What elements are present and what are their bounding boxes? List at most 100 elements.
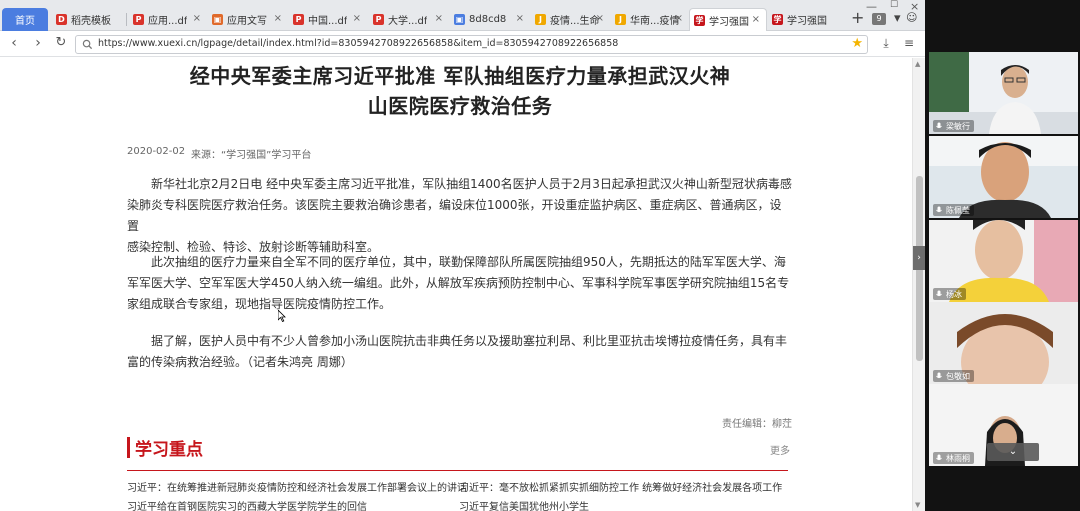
tab-list-icon[interactable]: ▾ bbox=[894, 11, 901, 26]
close-icon[interactable]: × bbox=[435, 13, 443, 24]
collapse-panel-handle[interactable]: › bbox=[913, 246, 925, 270]
search-icon bbox=[82, 39, 93, 50]
close-icon[interactable]: × bbox=[516, 13, 524, 24]
tab-label: 学习强国 bbox=[709, 16, 749, 28]
section-heading: 学习重点 bbox=[127, 436, 203, 460]
pdf-icon: P bbox=[373, 14, 384, 25]
tab-label: 首页 bbox=[15, 16, 35, 27]
article-source: 来源：“学习强国”学习平台 bbox=[191, 150, 312, 161]
window-close-icon[interactable]: × bbox=[910, 0, 919, 13]
tab-page-1[interactable]: J 疫情...生命 × bbox=[531, 8, 610, 31]
paragraph-line: 富的传染病救治经验。（记者朱鸿亮 周娜） bbox=[127, 355, 353, 369]
tab-docer[interactable]: D 稻壳模板 bbox=[52, 8, 125, 31]
maximize-icon[interactable]: ☐ bbox=[890, 0, 898, 10]
reload-icon[interactable]: ↻ bbox=[53, 35, 69, 51]
article-paragraph-3: 据了解，医护人员中有不少人曾参加小汤山医院抗击非典任务以及援助塞拉利昂、利比里亚… bbox=[127, 331, 792, 373]
mouse-cursor-icon bbox=[278, 310, 286, 322]
participant-name: 林雨桐 bbox=[946, 453, 970, 463]
image-icon: ▣ bbox=[454, 14, 465, 25]
paragraph-line: 新华社北京2月2日电 经中央军委主席习近平批准，军队抽组1400名医护人员于2月… bbox=[151, 177, 792, 191]
close-icon[interactable]: × bbox=[596, 13, 604, 24]
close-icon[interactable]: × bbox=[274, 13, 282, 24]
pdf-icon: P bbox=[133, 14, 144, 25]
section-title: 学习重点 bbox=[135, 439, 203, 460]
participant-tile[interactable]: 杨冰 bbox=[929, 220, 1078, 302]
url-text: https://www.xuexi.cn/lgpage/detail/index… bbox=[98, 38, 619, 49]
tab-label: 学习强国 bbox=[787, 16, 827, 27]
browser-window: 首页 D 稻壳模板 P 应用...df × ▣ 应用文写 × P 中国...df… bbox=[0, 0, 925, 511]
tab-pdf-3[interactable]: P 大学...df × bbox=[369, 8, 449, 31]
study-link-1[interactable]: 习近平：在统筹推进新冠肺炎疫情防控和经济社会发展工作部署会议上的讲话 bbox=[127, 479, 467, 494]
study-link-2[interactable]: 习近平：毫不放松抓紧抓实抓细防控工作 统筹做好经济社会发展各项工作 bbox=[459, 479, 782, 494]
close-icon[interactable]: × bbox=[353, 13, 361, 24]
tab-label: 疫情...生命 bbox=[550, 16, 600, 27]
participant-name-tag: 陈佩莹 bbox=[933, 204, 974, 216]
mic-icon bbox=[936, 206, 942, 213]
menu-icon[interactable]: ≡ bbox=[901, 35, 917, 51]
tab-image-1[interactable]: ▣ 应用文写 × bbox=[208, 8, 288, 31]
tab-separator bbox=[126, 13, 127, 26]
tab-page-2[interactable]: J 华南...疫情 × bbox=[611, 8, 689, 31]
mic-icon bbox=[936, 454, 942, 461]
scroll-up-icon[interactable]: ▲ bbox=[915, 60, 920, 68]
forward-icon[interactable]: › bbox=[30, 35, 46, 51]
participant-name-tag: 包敬如 bbox=[933, 370, 974, 382]
video-participants-panel: 梁敏行 陈佩莹 杨冰 包敬如 林雨桐 ⌄ bbox=[925, 0, 1080, 511]
mic-icon bbox=[936, 122, 942, 129]
minimize-icon[interactable]: — bbox=[866, 0, 877, 13]
tab-label: 稻壳模板 bbox=[71, 16, 111, 27]
pdf-icon: P bbox=[293, 14, 304, 25]
tab-pdf-2[interactable]: P 中国...df × bbox=[289, 8, 367, 31]
paragraph-line: 家组成联合专家组，现地指导医院疫情防控工作。 bbox=[127, 297, 392, 311]
tab-count-badge[interactable]: 9 bbox=[872, 13, 886, 25]
section-accent-bar bbox=[127, 436, 130, 458]
mic-icon bbox=[936, 372, 942, 379]
chevron-down-icon[interactable]: ⌄ bbox=[987, 443, 1039, 461]
more-link[interactable]: 更多 bbox=[770, 442, 790, 457]
tab-label: 8d8cd8 bbox=[469, 14, 507, 25]
participant-tile[interactable]: 陈佩莹 bbox=[929, 136, 1078, 218]
participant-name: 杨冰 bbox=[946, 289, 962, 299]
tab-bar: 首页 D 稻壳模板 P 应用...df × ▣ 应用文写 × P 中国...df… bbox=[0, 0, 925, 31]
paragraph-line: 染肺炎专科医院医疗救治任务。该医院主要救治确诊患者，编设床位1000张，开设重症… bbox=[127, 198, 782, 233]
study-link-3[interactable]: 习近平给在首钢医院实习的西藏大学医学院学生的回信 bbox=[127, 498, 367, 511]
tab-label: 应用文写 bbox=[227, 16, 267, 27]
tab-xuexi[interactable]: 学 学习强国 bbox=[768, 8, 840, 31]
participant-name-tag: 林雨桐 bbox=[933, 452, 974, 464]
screen: 首页 D 稻壳模板 P 应用...df × ▣ 应用文写 × P 中国...df… bbox=[0, 0, 1080, 511]
section-divider bbox=[127, 470, 788, 471]
study-link-4[interactable]: 习近平复信美国犹他州小学生 bbox=[459, 498, 589, 511]
participant-name-tag: 杨冰 bbox=[933, 288, 966, 300]
participant-name: 梁敏行 bbox=[946, 121, 970, 131]
xuexi-icon: 学 bbox=[772, 14, 783, 25]
address-bar[interactable]: https://www.xuexi.cn/lgpage/detail/index… bbox=[75, 35, 868, 54]
close-icon[interactable]: × bbox=[675, 13, 683, 24]
page-scrollbar[interactable]: ▲ ▼ bbox=[912, 58, 925, 511]
scroll-down-icon[interactable]: ▼ bbox=[915, 501, 920, 509]
tab-pdf-1[interactable]: P 应用...df × bbox=[129, 8, 207, 31]
participant-name: 包敬如 bbox=[946, 371, 970, 381]
participant-name: 陈佩莹 bbox=[946, 205, 970, 215]
page-viewport: 经中央军委主席习近平批准 军队抽组医疗力量承担武汉火神 山医院医疗救治任务 20… bbox=[0, 58, 912, 511]
article-title-line-1: 经中央军委主席习近平批准 军队抽组医疗力量承担武汉火神 bbox=[189, 64, 731, 88]
tab-label: 应用...df bbox=[148, 16, 188, 27]
navigation-bar: ‹ › ↻ https://www.xuexi.cn/lgpage/detail… bbox=[0, 31, 925, 57]
tab-home[interactable]: 首页 bbox=[2, 8, 48, 31]
tab-image-2[interactable]: ▣ 8d8cd8 × bbox=[450, 8, 530, 31]
tab-label: 中国...df bbox=[308, 16, 348, 27]
tab-xuexi-active[interactable]: 学 学习强国 × bbox=[689, 8, 767, 31]
participant-tile[interactable]: 包敬如 bbox=[929, 302, 1078, 384]
paragraph-line: 据了解，医护人员中有不少人曾参加小汤山医院抗击非典任务以及援助塞拉利昂、利比里亚… bbox=[151, 334, 788, 348]
bookmark-star-icon[interactable]: ★ bbox=[851, 36, 863, 51]
download-icon[interactable]: ⤓ bbox=[878, 35, 894, 51]
tab-label: 华南...疫情 bbox=[630, 16, 680, 27]
back-icon[interactable]: ‹ bbox=[6, 35, 22, 51]
article-paragraph-1: 新华社北京2月2日电 经中央军委主席习近平批准，军队抽组1400名医护人员于2月… bbox=[127, 174, 792, 258]
new-tab-button[interactable]: + bbox=[851, 8, 864, 27]
participant-tile[interactable]: 梁敏行 bbox=[929, 52, 1078, 134]
tab-label: 大学...df bbox=[388, 16, 428, 27]
article-paragraph-2: 此次抽组的医疗力量来自全军不同的医疗单位，其中，联勤保障部队所属医院抽组950人… bbox=[127, 252, 792, 315]
close-icon[interactable]: × bbox=[752, 14, 760, 25]
close-icon[interactable]: × bbox=[193, 13, 201, 24]
page-icon: J bbox=[615, 14, 626, 25]
